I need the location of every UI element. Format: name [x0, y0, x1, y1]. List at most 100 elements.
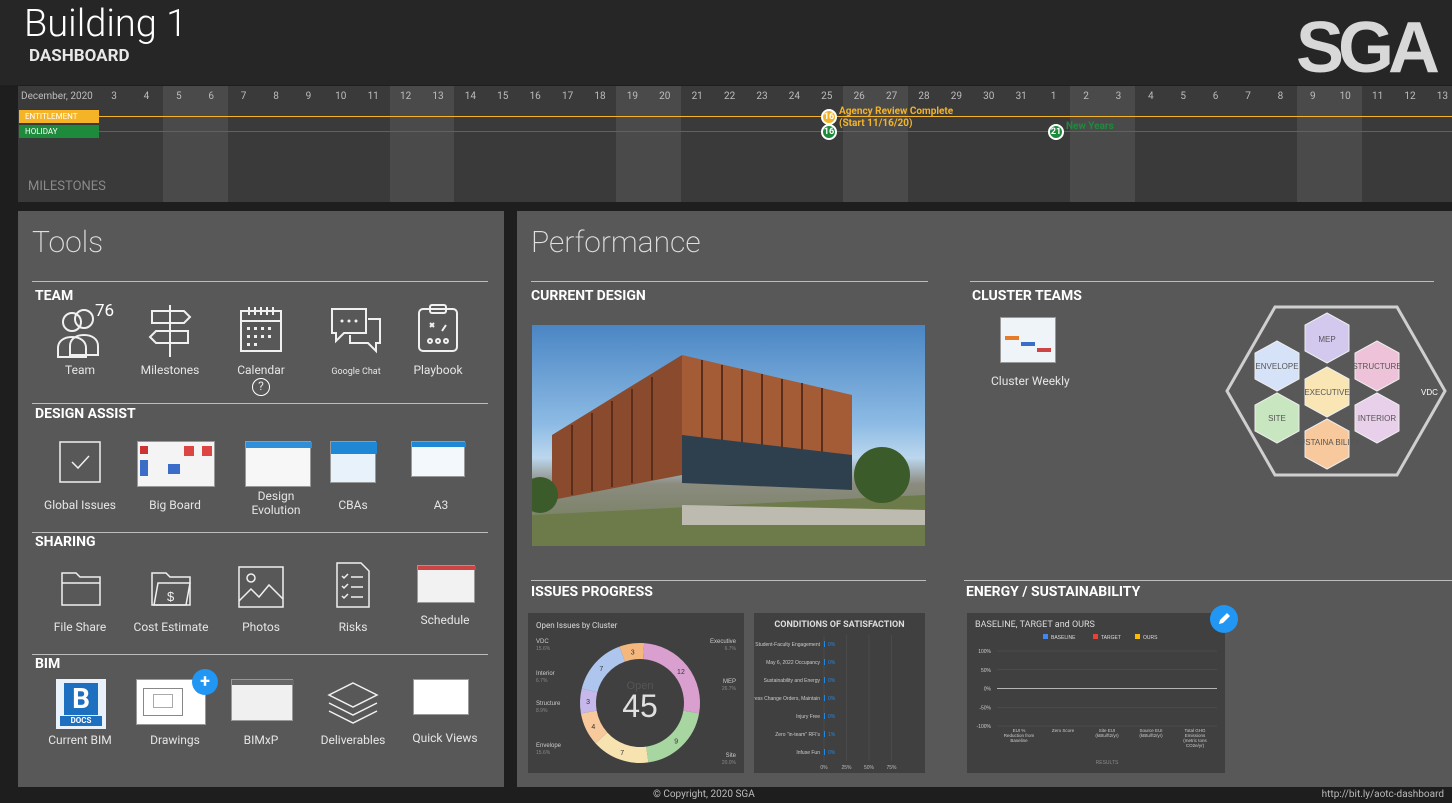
hex-site: SITE — [1268, 414, 1286, 423]
divider — [531, 281, 928, 282]
tool-cost-estimate[interactable]: $ Cost Estimate — [126, 565, 216, 645]
cos-tick: 75% — [886, 765, 897, 771]
divider — [32, 403, 488, 404]
tool-playbook[interactable]: Playbook — [398, 303, 478, 383]
cos-bar-value: 0% — [828, 750, 836, 756]
tool-google-chat[interactable]: Google Chat — [316, 303, 396, 383]
tool-cbas[interactable]: CBAs — [318, 441, 388, 521]
donut-value: 3 — [631, 650, 635, 657]
tool-label: Schedule — [420, 613, 470, 627]
tool-schedule[interactable]: Schedule — [405, 565, 485, 645]
conditions-of-satisfaction-chart[interactable]: CONDITIONS OF SATISFACTION 0% 25% 50% 75% St… — [754, 613, 925, 773]
category-entitlement[interactable]: ENTITLEMENT — [19, 110, 99, 123]
tool-milestones[interactable]: Milestones — [130, 303, 210, 383]
tool-current-bim[interactable]: B DOCS Current BIM — [40, 679, 120, 759]
tool-file-share[interactable]: File Share — [40, 565, 120, 645]
playbook-icon — [418, 304, 458, 352]
add-drawing-button[interactable]: + — [192, 669, 218, 695]
timeline-date: 7 — [1245, 91, 1251, 102]
weekend-column — [162, 86, 228, 202]
footer: © Copyright, 2020 SGA http://bit.ly/aotc… — [0, 788, 1452, 803]
logo-text: SGA — [1296, 14, 1439, 76]
current-design-image[interactable] — [532, 325, 925, 546]
schedule-thumbnail — [417, 565, 476, 603]
energy-category-label: (kBtu/ft2/yr) — [1095, 733, 1119, 738]
tool-team[interactable]: 76 Team — [40, 301, 120, 383]
weekend-column — [389, 86, 455, 202]
energy-category-label: CO2e/yr) — [1186, 743, 1205, 748]
timeline-date: 18 — [594, 91, 606, 102]
energy-chart[interactable]: BASELINE, TARGET and OURS BASELINE TARGET… — [967, 613, 1225, 773]
tool-label: Team — [65, 363, 95, 377]
legend-swatch-target — [1093, 634, 1098, 639]
team-count: 76 — [95, 301, 115, 321]
donut-legend-vdc: VDC — [536, 639, 549, 645]
footer-url[interactable]: http://bit.ly/aotc-dashboard — [1322, 789, 1444, 800]
cos-row-label: Infuse Fun — [796, 750, 820, 756]
donut-legend-pct: 15.6% — [536, 646, 551, 652]
event-badge-holiday[interactable]: 16 — [821, 124, 837, 140]
entitlement-line — [99, 116, 1452, 117]
cluster-hex-diagram[interactable]: MEP ENVELOPE STRUCTURE EXECUTIVE SITE IN… — [1225, 305, 1447, 477]
tool-a3[interactable]: A3 — [406, 441, 476, 521]
tool-big-board[interactable]: Big Board — [130, 441, 220, 521]
tool-global-issues[interactable]: Global Issues — [40, 441, 120, 521]
tool-bimxp[interactable]: BIMxP — [221, 679, 301, 759]
timeline-date: 1 — [1050, 91, 1057, 102]
design-evolution-thumbnail — [245, 441, 312, 487]
section-team-heading: TEAM — [35, 288, 74, 304]
weekend-column — [1070, 86, 1135, 202]
donut-value: 7 — [599, 666, 603, 673]
cos-bar — [824, 641, 825, 647]
tool-design-evolution[interactable]: Design Evolution — [236, 441, 316, 526]
weekend-column — [1296, 86, 1362, 202]
edit-button[interactable] — [1210, 605, 1238, 633]
timeline-date: 10 — [335, 91, 347, 102]
timeline-date: 8 — [273, 91, 279, 102]
tool-label: Google Chat — [331, 367, 381, 377]
cos-bar — [824, 677, 825, 683]
help-icon[interactable]: ? — [252, 378, 270, 396]
cos-row-label: Zero "in-team" RFI's — [775, 732, 820, 738]
category-holiday[interactable]: HOLIDAY — [19, 125, 99, 138]
quick-views-thumbnail — [413, 679, 469, 715]
timeline-date: 2 — [1083, 91, 1089, 102]
tool-risks[interactable]: Risks — [313, 562, 393, 645]
timeline-date: 7 — [240, 91, 247, 102]
energy-xlabel: RESULTS — [1096, 760, 1119, 766]
tool-calendar[interactable]: Calendar ? — [221, 303, 301, 403]
donut-value: 3 — [586, 699, 590, 706]
cos-tick: 25% — [841, 765, 852, 771]
event-badge-agency-review[interactable]: 16 — [821, 109, 837, 125]
event-label-agency-review[interactable]: Agency Review Complete — [839, 106, 953, 117]
open-issues-chart[interactable]: Open Issues by Cluster 3 12 9 7 4 3 7 Open 45 VDC… — [528, 613, 744, 773]
timeline-date: 10 — [1339, 91, 1351, 102]
page-title: Building 1 — [24, 2, 188, 46]
milestones-label: MILESTONES — [28, 179, 106, 194]
legend-label-target: TARGET — [1101, 635, 1121, 641]
issues-progress-heading: ISSUES PROGRESS — [531, 584, 653, 600]
current-design-heading: CURRENT DESIGN — [531, 288, 646, 304]
tool-label: Deliverables — [320, 733, 386, 747]
section-sharing-heading: SHARING — [35, 534, 96, 550]
timeline-date: 5 — [175, 91, 182, 102]
donut-legend-pct: 26.7% — [722, 686, 737, 692]
timeline-month: December, 2020 — [21, 91, 93, 102]
building-rendering — [532, 355, 925, 546]
event-badge-new-years[interactable]: 21 — [1048, 124, 1064, 140]
tool-deliverables[interactable]: Deliverables — [313, 679, 393, 759]
tool-drawings[interactable]: + Drawings — [130, 669, 220, 759]
page-subtitle: DASHBOARD — [29, 46, 130, 66]
signpost-icon — [148, 305, 192, 357]
docs-label: DOCS — [60, 716, 102, 726]
timeline-date: 4 — [1147, 91, 1154, 102]
timeline-date: 20 — [659, 91, 671, 102]
tool-quick-views[interactable]: Quick Views — [405, 679, 485, 759]
tool-label: Cost Estimate — [133, 620, 209, 634]
donut-legend-pct: 20.0% — [722, 760, 737, 766]
donut-value: 9 — [674, 738, 678, 745]
event-label-new-years[interactable]: New Years — [1066, 121, 1114, 132]
cluster-weekly-thumbnail[interactable] — [1000, 317, 1056, 363]
tool-photos[interactable]: Photos — [221, 565, 301, 645]
cluster-weekly-link[interactable]: Cluster Weekly — [991, 374, 1070, 388]
